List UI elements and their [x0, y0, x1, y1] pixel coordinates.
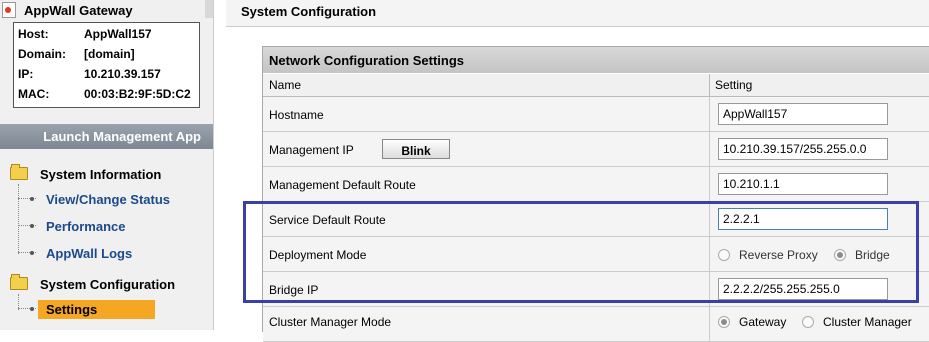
host-row: Host: AppWall157 [18, 27, 152, 41]
blink-button[interactable]: Blink [382, 139, 450, 159]
management-default-route-label: Management Default Route [269, 178, 416, 192]
nav-link-appwall-logs[interactable]: AppWall Logs [46, 246, 132, 261]
panel-title: Network Configuration Settings [269, 53, 464, 68]
page-title: System Configuration [241, 4, 377, 19]
mac-value: 00:03:B2:9F:5D:C2 [84, 87, 191, 101]
system-information-label: System Information [40, 167, 162, 182]
nav-link-settings[interactable]: Settings [38, 300, 156, 319]
gateway-title: AppWall Gateway [24, 3, 133, 18]
host-value: AppWall157 [84, 27, 152, 41]
nav-item-performance[interactable]: Performance [18, 219, 125, 234]
management-ip-input[interactable] [718, 138, 888, 160]
hostname-input[interactable] [718, 103, 888, 125]
bullet-icon [30, 307, 34, 311]
nav-link-view-change-status[interactable]: View/Change Status [46, 192, 170, 207]
column-name-header: Name [269, 78, 302, 92]
management-ip-label: Management IP [269, 143, 354, 157]
cluster-manager-label: Cluster Manager [823, 315, 912, 329]
launch-label: Launch Management App [43, 129, 201, 144]
domain-label: Domain: [18, 47, 66, 61]
panel-header: Network Configuration Settings [263, 47, 929, 73]
radio-cluster-manager[interactable]: Cluster Manager [802, 315, 912, 329]
column-separator [709, 74, 710, 97]
mac-label: MAC: [18, 87, 50, 101]
row-management-ip: Management IP Blink [263, 132, 929, 167]
row-cluster-manager-mode: Cluster Manager Mode Gateway Cluster Man… [263, 307, 929, 342]
scrollbar[interactable] [205, 0, 213, 18]
folder-icon [10, 274, 28, 290]
management-default-route-input[interactable] [718, 173, 888, 195]
pane-divider[interactable] [213, 0, 227, 330]
nav-item-settings[interactable]: Settings [18, 300, 156, 319]
bullet-icon [30, 251, 34, 255]
hostname-label: Hostname [269, 108, 324, 122]
cluster-manager-mode-label: Cluster Manager Mode [269, 315, 392, 329]
launch-management-app-button[interactable]: Launch Management App [0, 124, 213, 149]
gateway-header: AppWall Gateway [0, 0, 213, 22]
nav-item-appwall-logs[interactable]: AppWall Logs [18, 246, 132, 261]
system-configuration-label: System Configuration [40, 277, 176, 292]
radio-gateway[interactable]: Gateway [718, 315, 786, 329]
row-hostname: Hostname [263, 97, 929, 132]
column-setting-header: Setting [715, 78, 753, 92]
radio-icon [802, 316, 814, 328]
bullet-icon [30, 197, 34, 201]
ip-label: IP: [18, 67, 34, 81]
bullet-icon [30, 224, 34, 228]
domain-value: [domain] [84, 47, 135, 61]
system-configuration-section[interactable]: System Configuration [10, 274, 176, 292]
row-management-default-route: Management Default Route [263, 167, 929, 202]
gateway-info-box: Host: AppWall157 Domain: [domain] IP: 10.21… [13, 22, 200, 108]
host-label: Host: [18, 27, 49, 41]
system-information-section[interactable]: System Information [10, 164, 162, 182]
nav-link-performance[interactable]: Performance [46, 219, 125, 234]
nav-item-view-change-status[interactable]: View/Change Status [18, 192, 170, 207]
mac-row: MAC: 00:03:B2:9F:5D:C2 [18, 87, 191, 101]
ip-row: IP: 10.210.39.157 [18, 67, 161, 81]
radio-selected-icon [718, 316, 730, 328]
column-header: Name Setting [263, 74, 929, 97]
ip-value: 10.210.39.157 [84, 67, 161, 81]
domain-row: Domain: [domain] [18, 47, 135, 61]
folder-icon [10, 164, 28, 180]
sidebar: AppWall Gateway Host: AppWall157 Domain: [… [0, 0, 213, 330]
highlight-annotation-box [243, 201, 919, 303]
gateway-label: Gateway [739, 315, 787, 329]
gateway-icon [2, 2, 16, 18]
